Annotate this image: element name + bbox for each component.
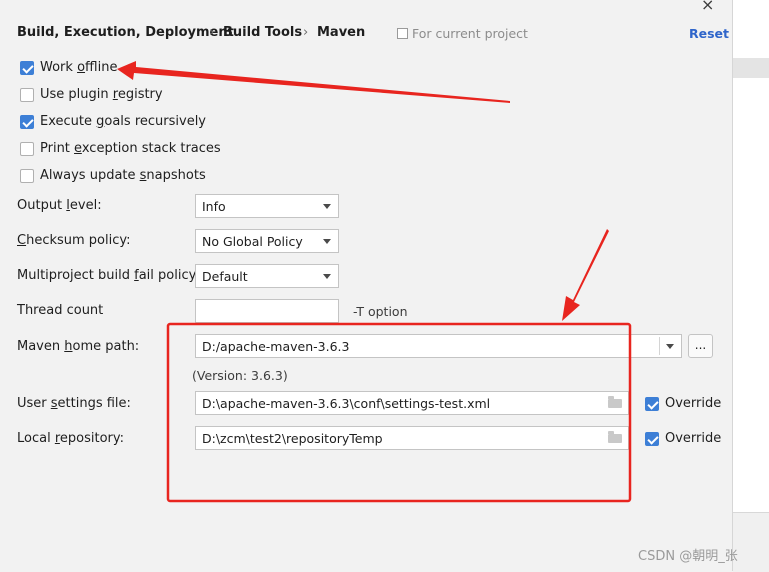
chevron-down-icon xyxy=(666,344,674,349)
browse-maven-home-button[interactable]: ... xyxy=(688,334,713,358)
user-settings-override-checkbox[interactable] xyxy=(645,397,659,411)
maven-version-text: (Version: 3.6.3) xyxy=(192,368,288,383)
breadcrumb-separator: › xyxy=(303,25,309,40)
output-level-select[interactable]: Info xyxy=(195,194,339,218)
print-exception-stack-traces-label[interactable]: Print exception stack traces xyxy=(40,141,221,156)
folder-icon[interactable] xyxy=(608,396,622,408)
reset-link[interactable]: Reset xyxy=(689,26,729,41)
breadcrumb-build-execution: Build, Execution, Deployment xyxy=(17,25,234,40)
local-repository-value: D:\zcm\test2\repositoryTemp xyxy=(202,431,383,446)
user-settings-override-label[interactable]: Override xyxy=(665,396,721,411)
user-settings-file-input[interactable]: D:\apache-maven-3.6.3\conf\settings-test… xyxy=(195,391,629,415)
project-scope-icon xyxy=(397,28,408,39)
scope-indicator: For current project xyxy=(397,26,528,41)
print-exception-stack-traces-checkbox[interactable] xyxy=(20,142,34,156)
breadcrumb-build-tools: Build Tools xyxy=(223,25,303,40)
fail-policy-label: Multiproject build fail policy: xyxy=(17,268,200,283)
fail-policy-value: Default xyxy=(202,269,248,284)
always-update-snapshots-checkbox[interactable] xyxy=(20,169,34,183)
checksum-policy-value: No Global Policy xyxy=(202,234,303,249)
close-icon[interactable]: × xyxy=(701,0,714,14)
bottom-bar xyxy=(733,512,769,572)
selected-row-highlight xyxy=(733,58,769,78)
local-repository-label: Local repository: xyxy=(17,431,125,446)
checksum-policy-label: Checksum policy: xyxy=(17,233,131,248)
execute-goals-recursively-label[interactable]: Execute goals recursively xyxy=(40,114,206,129)
right-side-panel xyxy=(732,0,769,572)
local-repository-override-label[interactable]: Override xyxy=(665,431,721,446)
chevron-down-icon xyxy=(323,239,331,244)
maven-settings-panel: × Build, Execution, Deployment › Build T… xyxy=(0,0,732,571)
use-plugin-registry-checkbox[interactable] xyxy=(20,88,34,102)
output-level-value: Info xyxy=(202,199,226,214)
chevron-down-icon xyxy=(323,204,331,209)
fail-policy-select[interactable]: Default xyxy=(195,264,339,288)
work-offline-checkbox[interactable] xyxy=(20,61,34,75)
checksum-policy-select[interactable]: No Global Policy xyxy=(195,229,339,253)
local-repository-override-checkbox[interactable] xyxy=(645,432,659,446)
watermark-text: CSDN @朝明_张 xyxy=(638,549,738,564)
folder-icon[interactable] xyxy=(608,431,622,443)
output-level-label: Output level: xyxy=(17,198,102,213)
thread-count-input[interactable] xyxy=(195,299,339,323)
use-plugin-registry-label[interactable]: Use plugin registry xyxy=(40,87,163,102)
maven-home-path-value: D:/apache-maven-3.6.3 xyxy=(202,339,350,354)
work-offline-label[interactable]: Work offline xyxy=(40,60,117,75)
chevron-down-icon xyxy=(323,274,331,279)
maven-home-path-label: Maven home path: xyxy=(17,339,140,354)
execute-goals-recursively-checkbox[interactable] xyxy=(20,115,34,129)
scope-label: For current project xyxy=(412,26,528,41)
always-update-snapshots-label[interactable]: Always update snapshots xyxy=(40,168,206,183)
local-repository-input[interactable]: D:\zcm\test2\repositoryTemp xyxy=(195,426,629,450)
breadcrumb-separator: › xyxy=(209,25,215,40)
combo-divider xyxy=(659,337,660,355)
breadcrumb-maven: Maven xyxy=(317,25,366,40)
user-settings-file-label: User settings file: xyxy=(17,396,131,411)
thread-count-hint: -T option xyxy=(353,304,408,319)
thread-count-label: Thread count xyxy=(17,303,104,318)
maven-home-path-combo[interactable]: D:/apache-maven-3.6.3 xyxy=(195,334,682,358)
user-settings-file-value: D:\apache-maven-3.6.3\conf\settings-test… xyxy=(202,396,491,411)
